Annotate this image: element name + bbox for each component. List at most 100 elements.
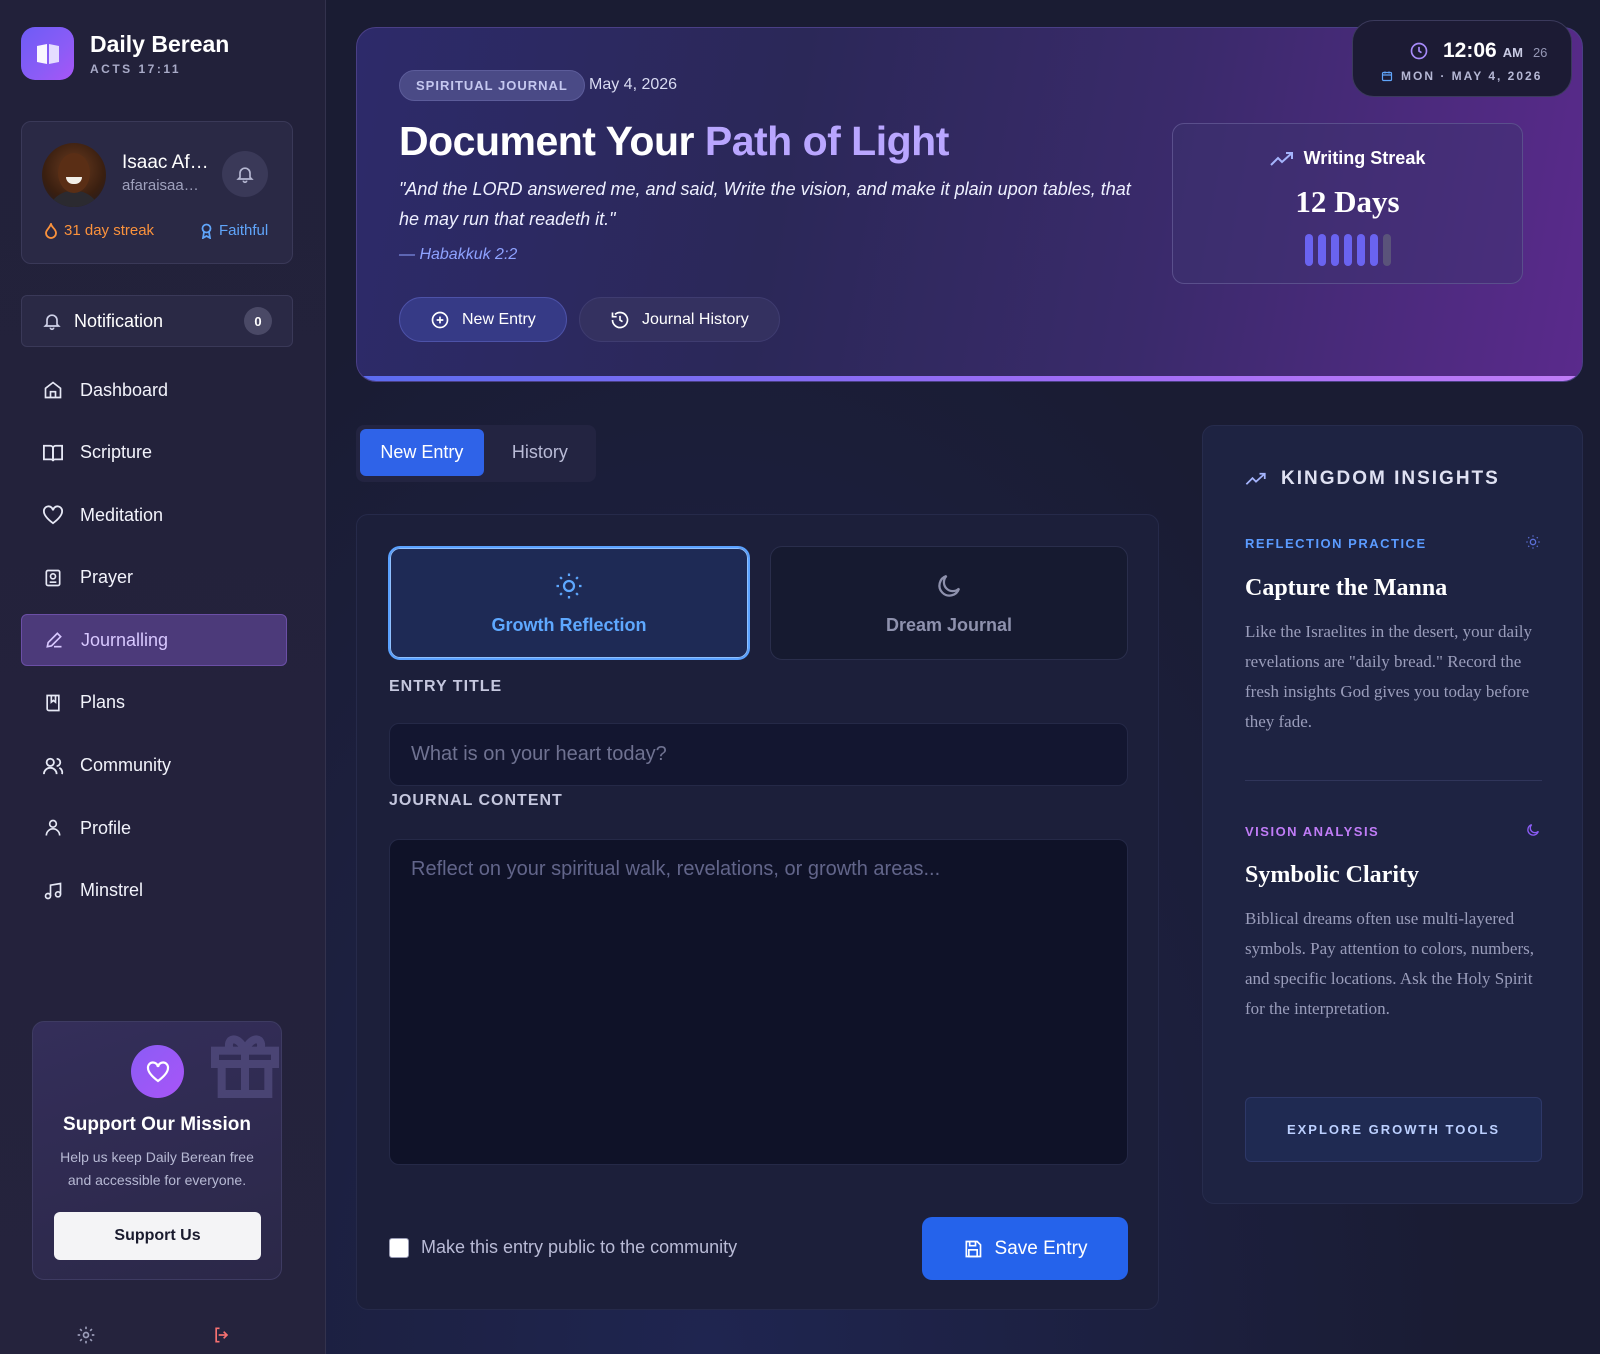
insights-heading: KINGDOM INSIGHTS <box>1245 468 1500 490</box>
streak-progress <box>1305 234 1391 266</box>
journal-badge: SPIRITUAL JOURNAL <box>399 70 585 101</box>
save-icon <box>965 1240 981 1257</box>
logout-icon[interactable] <box>212 1325 232 1350</box>
history-icon <box>611 311 629 328</box>
streak-bar <box>1305 234 1313 266</box>
support-title: Support Our Mission <box>63 1114 251 1135</box>
insight-title: Capture the Manna <box>1245 575 1448 601</box>
sidebar-item-journalling[interactable]: Journalling <box>21 614 287 667</box>
sidebar-item-scripture[interactable]: Scripture <box>21 427 287 479</box>
heart-icon <box>131 1045 184 1098</box>
sidebar-footer <box>76 1325 232 1350</box>
public-toggle-row: Make this entry public to the community <box>389 1237 737 1258</box>
journal-entry-form: Growth Reflection Dream Journal ENTRY TI… <box>356 514 1159 1310</box>
sidebar-item-prayer[interactable]: Prayer <box>21 552 287 604</box>
faithful-badge: Faithful <box>200 222 268 239</box>
gear-icon[interactable] <box>76 1325 96 1350</box>
streak-bar <box>1344 234 1352 266</box>
dream-journal-button[interactable]: Dream Journal <box>770 546 1128 660</box>
moon-icon <box>938 574 961 597</box>
clock-ampm: AM <box>1502 45 1523 60</box>
user-card: Isaac Afaraisaa afaraisaa@gmail.com 31 d… <box>21 121 293 264</box>
scripture-reference: — Habakkuk 2:2 <box>399 246 518 263</box>
user-bell-button[interactable] <box>222 151 268 197</box>
hero-new-entry-button[interactable]: New Entry <box>399 297 567 342</box>
sidebar-item-minstrel[interactable]: Minstrel <box>21 865 287 917</box>
sidebar-item-meditation[interactable]: Meditation <box>21 489 287 541</box>
tab-history[interactable]: History <box>488 429 592 476</box>
sidebar-nav: Dashboard Scripture Meditation Prayer Jo… <box>21 364 287 927</box>
prayer-icon <box>42 567 64 589</box>
clock-icon <box>1410 42 1428 60</box>
bell-icon <box>236 167 254 184</box>
entry-tabs: New Entry History <box>356 425 596 482</box>
trending-up-icon <box>1245 472 1266 485</box>
moon-icon <box>1527 824 1539 836</box>
streak-chip: 31 day streak <box>44 222 154 239</box>
sidebar-item-community[interactable]: Community <box>21 740 287 792</box>
sidebar-item-profile[interactable]: Profile <box>21 802 287 854</box>
journal-history-button[interactable]: Journal History <box>579 297 780 342</box>
users-icon <box>42 755 64 777</box>
music-icon <box>42 880 64 902</box>
streak-bar <box>1357 234 1365 266</box>
support-text: Help us keep Daily Berean free and acces… <box>60 1149 254 1188</box>
gift-icon <box>211 1035 279 1098</box>
support-us-button[interactable]: Support Us <box>54 1212 261 1260</box>
clock-seconds: 26 <box>1532 45 1548 60</box>
streak-bar <box>1383 234 1391 266</box>
award-icon <box>201 223 212 239</box>
kingdom-insights-panel: KINGDOM INSIGHTS REFLECTION PRACTICE Cap… <box>1202 425 1583 1204</box>
entry-title-input[interactable] <box>389 723 1128 786</box>
book-open-icon <box>42 442 64 464</box>
sidebar-item-dashboard[interactable]: Dashboard <box>21 364 287 416</box>
calendar-icon <box>1381 71 1393 82</box>
public-checkbox[interactable] <box>389 1237 409 1258</box>
clock-date: MON · MAY 4, 2026 <box>1401 69 1543 83</box>
sun-icon <box>1526 535 1540 549</box>
user-icon <box>42 817 64 839</box>
insight-text: Biblical dreams often use multi-layered … <box>1245 909 1534 1018</box>
trending-up-icon <box>1269 151 1293 166</box>
support-card: Support Our Mission Help us keep Daily B… <box>32 1021 282 1280</box>
flame-icon <box>45 222 57 239</box>
save-entry-button[interactable]: Save Entry <box>922 1217 1128 1280</box>
streak-bar <box>1370 234 1378 266</box>
journal-content-textarea[interactable] <box>389 839 1128 1165</box>
brand-name: Daily Berean <box>90 31 230 57</box>
avatar[interactable] <box>42 143 106 207</box>
sidebar: Daily Berean ACTS 17:11 Isaac Afaraisaa … <box>0 0 326 1354</box>
notification-button[interactable]: Notification 0 <box>21 295 293 347</box>
page-title: Document Your Path of Light <box>399 118 949 164</box>
scripture-quote: "And the LORD answered me, and said, Wri… <box>399 179 1131 229</box>
notification-count-badge: 0 <box>244 307 272 335</box>
sidebar-item-plans[interactable]: Plans <box>21 677 287 729</box>
brand[interactable]: Daily Berean ACTS 17:11 <box>21 27 229 80</box>
explore-growth-tools-button[interactable]: EXPLORE GROWTH TOOLS <box>1245 1097 1542 1162</box>
journal-content-label: JOURNAL CONTENT <box>389 792 563 809</box>
notification-label: Notification <box>74 310 164 331</box>
streak-bar <box>1331 234 1339 266</box>
writing-streak-header: Writing Streak <box>1173 148 1522 169</box>
sun-icon <box>556 573 582 598</box>
hero-date: May 4, 2026 <box>589 76 678 93</box>
main-content: SPIRITUAL JOURNAL May 4, 2026 Document Y… <box>326 0 1600 1354</box>
insight-title: Symbolic Clarity <box>1245 862 1419 888</box>
brand-subtitle: ACTS 17:11 <box>90 62 182 76</box>
insight-text: Like the Israelites in the desert, your … <box>1245 622 1533 731</box>
public-label: Make this entry public to the community <box>421 1237 738 1257</box>
clock-widget: 12:06 AM 26 MON · MAY 4, 2026 <box>1352 20 1572 97</box>
heart-icon <box>42 504 64 526</box>
growth-reflection-button[interactable]: Growth Reflection <box>388 546 750 660</box>
user-name: Isaac Afaraisaa <box>122 152 212 173</box>
streak-days: 12 Days <box>1295 184 1400 219</box>
bookmark-book-icon <box>42 692 64 714</box>
plus-circle-icon <box>431 311 449 328</box>
insight-category: REFLECTION PRACTICE <box>1245 536 1427 551</box>
insight-divider <box>1245 780 1542 781</box>
writing-streak-card: Writing Streak 12 Days <box>1172 123 1523 284</box>
home-icon <box>42 379 64 401</box>
bell-icon <box>43 314 61 331</box>
user-email: afaraisaa@gmail.com <box>122 177 207 194</box>
tab-new-entry[interactable]: New Entry <box>360 429 484 476</box>
